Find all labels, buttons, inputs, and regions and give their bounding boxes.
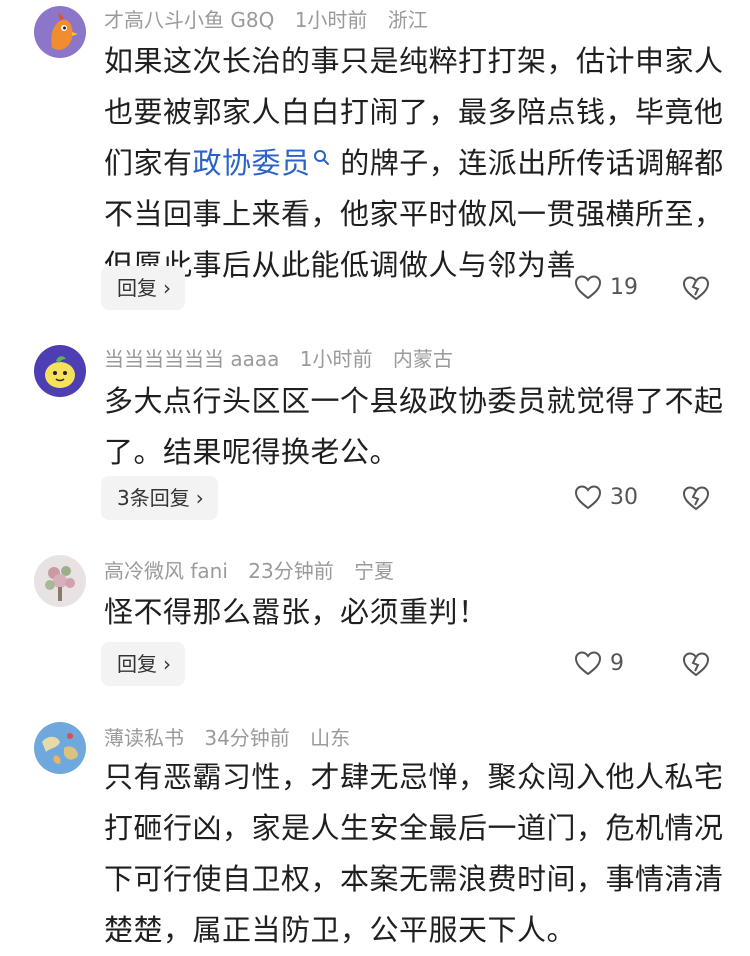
comment-meta: 薄读私书 34分钟前 山东 bbox=[104, 724, 364, 752]
broken-heart-icon bbox=[682, 652, 710, 677]
topic-link[interactable]: 政协委员 bbox=[193, 146, 331, 180]
like-button[interactable]: 30 bbox=[574, 482, 638, 514]
replies-button[interactable]: 3条回复 › bbox=[101, 476, 218, 520]
comment-line: 不当回事上来看，他家平时做风一贯强横所至， bbox=[104, 197, 724, 231]
comment-line: 打砸行凶，家是人生安全最后一道门，危机情况 bbox=[104, 811, 724, 845]
dislike-button[interactable] bbox=[682, 650, 710, 678]
like-count: 19 bbox=[610, 275, 638, 300]
avatar[interactable] bbox=[34, 345, 86, 397]
comment-line: 怪不得那么嚣张，必须重判！ bbox=[104, 595, 488, 629]
timestamp: 1小时前 bbox=[299, 347, 373, 371]
avatar[interactable] bbox=[34, 6, 86, 58]
avatar[interactable] bbox=[34, 722, 86, 774]
location: 浙江 bbox=[387, 8, 428, 32]
comment-text: 只有恶霸习性，才肆无忌惮，聚众闯入他人私宅 打砸行凶，家是人生安全最后一道门，危… bbox=[104, 752, 724, 956]
comment-line: 如果这次长治的事只是纯粹打打架，估计申家人 bbox=[104, 44, 724, 78]
username[interactable]: 高冷微风 fani bbox=[104, 559, 228, 583]
like-button[interactable]: 9 bbox=[574, 648, 624, 680]
comment-text: 怪不得那么嚣张，必须重判！ bbox=[104, 587, 716, 638]
timestamp: 1小时前 bbox=[294, 8, 368, 32]
chevron-right-icon: › bbox=[163, 276, 171, 300]
comment-line: 多大点行头区区一个县级政协委员就觉得了不起 bbox=[104, 384, 724, 418]
comment-line: 了。结果呢得换老公。 bbox=[104, 435, 400, 469]
username[interactable]: 当当当当当当 aaaa bbox=[104, 347, 279, 371]
broken-heart-icon bbox=[682, 486, 710, 511]
username[interactable]: 薄读私书 bbox=[104, 726, 184, 750]
reply-label: 回复 bbox=[117, 276, 157, 300]
dislike-button[interactable] bbox=[682, 274, 710, 302]
comment-meta: 才高八斗小鱼 G8Q 1小时前 浙江 bbox=[104, 6, 442, 34]
timestamp: 23分钟前 bbox=[248, 559, 334, 583]
reply-label: 3条回复 bbox=[117, 486, 190, 510]
timestamp: 34分钟前 bbox=[204, 726, 290, 750]
location: 内蒙古 bbox=[392, 347, 453, 371]
reply-button[interactable]: 回复 › bbox=[101, 266, 185, 310]
comment-line: 楚楚，属正当防卫，公平服天下人。 bbox=[104, 913, 577, 947]
avatar[interactable] bbox=[34, 555, 86, 607]
reply-label: 回复 bbox=[117, 652, 157, 676]
heart-outline-icon bbox=[574, 485, 602, 510]
broken-heart-icon bbox=[682, 276, 710, 301]
heart-outline-icon bbox=[574, 651, 602, 676]
comment-text: 多大点行头区区一个县级政协委员就觉得了不起 了。结果呢得换老公。 bbox=[104, 376, 724, 478]
dislike-button[interactable] bbox=[682, 484, 710, 512]
username[interactable]: 才高八斗小鱼 G8Q bbox=[104, 8, 274, 32]
chevron-right-icon: › bbox=[195, 486, 204, 510]
comment-line: 只有恶霸习性，才肆无忌惮，聚众闯入他人私宅 bbox=[104, 760, 724, 794]
like-count: 9 bbox=[610, 651, 624, 676]
comment-line: 下可行使自卫权，本案无需浪费时间，事情清清 bbox=[104, 862, 724, 896]
comment-line: 们家有政协委员 的牌子，连派出所传话调解都 bbox=[104, 138, 723, 189]
chevron-right-icon: › bbox=[163, 652, 171, 676]
reply-button[interactable]: 回复 › bbox=[101, 642, 185, 686]
comment-text: 如果这次长治的事只是纯粹打打架，估计申家人 也要被郭家人白白打闹了，最多陪点钱，… bbox=[104, 36, 724, 291]
search-icon bbox=[313, 150, 329, 165]
comment-line-head: 们家有 bbox=[104, 146, 193, 180]
comment-line: 也要被郭家人白白打闹了，最多陪点钱，毕竟他 bbox=[104, 95, 724, 129]
location: 山东 bbox=[310, 726, 351, 750]
location: 宁夏 bbox=[354, 559, 395, 583]
heart-outline-icon bbox=[574, 275, 602, 300]
topic-link-label[interactable]: 政协委员 bbox=[193, 146, 311, 180]
comment-meta: 高冷微风 fani 23分钟前 宁夏 bbox=[104, 557, 408, 585]
like-button[interactable]: 19 bbox=[574, 272, 638, 304]
like-count: 30 bbox=[610, 485, 638, 510]
comment-meta: 当当当当当当 aaaa 1小时前 内蒙古 bbox=[104, 345, 467, 373]
comment-line-tail: 的牌子，连派出所传话调解都 bbox=[340, 146, 724, 180]
